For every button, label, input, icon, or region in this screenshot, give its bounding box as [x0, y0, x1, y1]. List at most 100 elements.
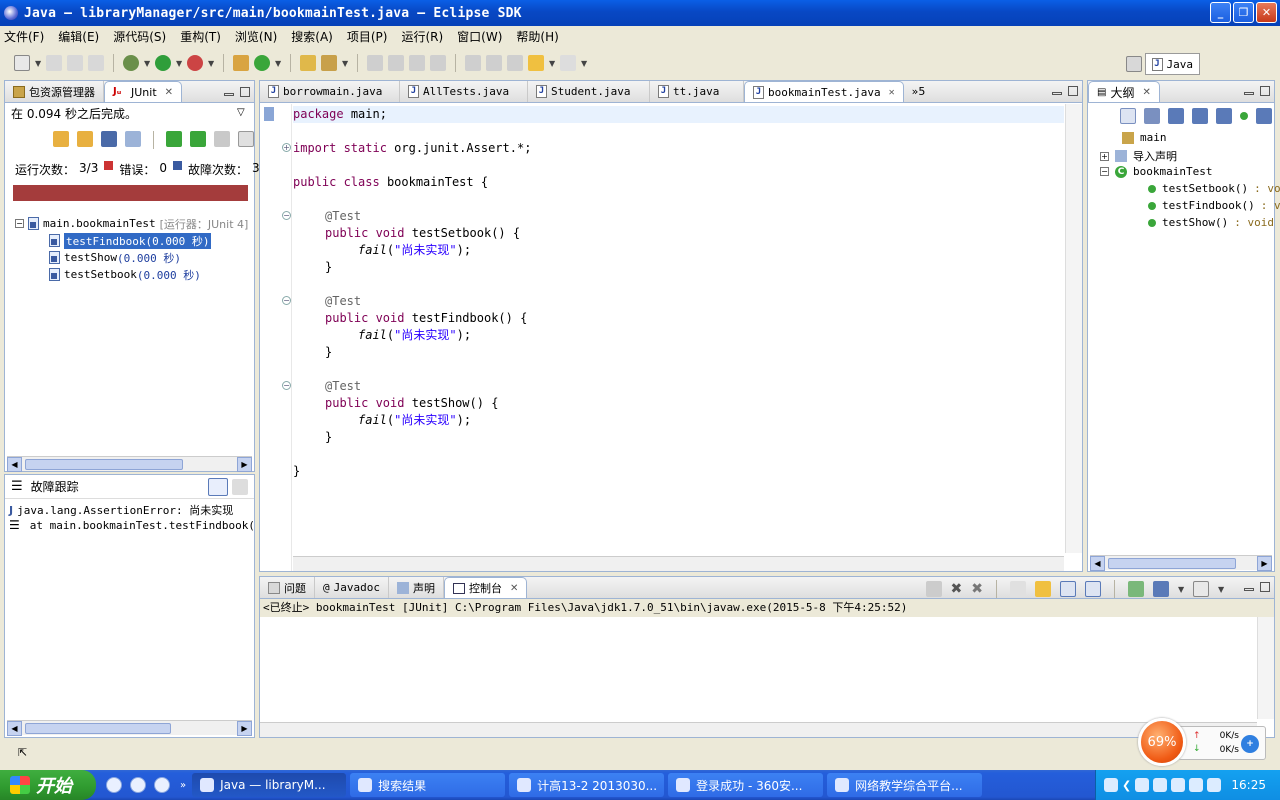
close-button[interactable]: ✕: [1256, 2, 1277, 23]
trace-line[interactable]: ☰ at main.bookmainTest.testFindbook(book…: [9, 518, 254, 532]
forward-arrow-icon[interactable]: [560, 55, 576, 71]
scroll-lock-icon[interactable]: [1035, 581, 1051, 597]
external-tools-icon[interactable]: [187, 55, 203, 71]
editor-vertical-scrollbar[interactable]: [1065, 104, 1082, 553]
editor-horizontal-scrollbar[interactable]: [293, 556, 1064, 571]
menu-run[interactable]: 运行(R): [401, 28, 443, 45]
dropdown-arrow-icon[interactable]: ▼: [1218, 585, 1224, 594]
collapse-icon[interactable]: −: [1100, 167, 1109, 176]
show-on-error-icon[interactable]: [1085, 581, 1101, 597]
tree-item-testfindbook[interactable]: testFindbook(0.000 秒): [5, 232, 253, 249]
rerun-failed-first-icon[interactable]: [190, 131, 206, 147]
minimize-view-icon[interactable]: [1244, 588, 1254, 591]
view-menu-icon[interactable]: ▽: [237, 107, 245, 118]
ie-icon[interactable]: [106, 777, 122, 793]
java-perspective-button[interactable]: J Java: [1144, 53, 1200, 75]
last-edit-icon[interactable]: [507, 55, 523, 71]
open-perspective-icon[interactable]: [1126, 56, 1142, 72]
outline-item-method[interactable]: testFindbook() : void: [1148, 199, 1280, 212]
dropdown-arrow-icon[interactable]: ▼: [1178, 585, 1184, 594]
dropdown-arrow-icon[interactable]: ▼: [176, 59, 182, 68]
clock[interactable]: 16:25: [1231, 778, 1266, 792]
fast-view-icon[interactable]: ⇱: [18, 746, 27, 759]
tab-student[interactable]: J Student.java: [528, 81, 650, 102]
print-icon[interactable]: [88, 55, 104, 71]
task-360-login[interactable]: 登录成功 - 360安...: [668, 773, 824, 797]
compare-result-icon[interactable]: [232, 479, 248, 495]
menu-edit[interactable]: 编辑(E): [58, 28, 99, 45]
prev-annotation-icon[interactable]: [486, 55, 502, 71]
next-annotation-icon[interactable]: [465, 55, 481, 71]
more-tabs-button[interactable]: »5: [904, 81, 934, 102]
scroll-lock-icon[interactable]: [125, 131, 141, 147]
tab-outline[interactable]: ▤ 大纲 ✕: [1088, 81, 1160, 102]
menu-refactor[interactable]: 重构(T): [180, 28, 221, 45]
tab-package-explorer[interactable]: 包资源管理器: [5, 81, 104, 102]
start-button[interactable]: 开始: [0, 770, 96, 800]
tab-tt[interactable]: J tt.java: [650, 81, 744, 102]
menu-help[interactable]: 帮助(H): [516, 28, 558, 45]
close-icon[interactable]: ✕: [165, 87, 173, 98]
scroll-right-icon[interactable]: ▶: [237, 721, 252, 736]
expand-icon[interactable]: +: [1100, 151, 1109, 161]
hide-fields-icon[interactable]: [1168, 108, 1184, 124]
previous-failure-icon[interactable]: [77, 131, 93, 147]
outline-item-package[interactable]: main: [1122, 131, 1167, 144]
tab-bookmaintest[interactable]: J bookmainTest.java ✕: [744, 81, 904, 102]
open-console-icon[interactable]: [1193, 581, 1209, 597]
code-area[interactable]: package main; import static org.junit.As…: [293, 104, 1064, 553]
tree-root[interactable]: − main.bookmainTest [运行器：JUnit 4]: [5, 215, 253, 232]
outline-item-method[interactable]: testShow() : void: [1148, 216, 1274, 229]
rerun-test-icon[interactable]: [166, 131, 182, 147]
minimize-view-icon[interactable]: [224, 93, 234, 96]
collapse-method-icon[interactable]: −: [282, 381, 291, 390]
scrollbar-thumb[interactable]: [25, 459, 183, 470]
show-hidden-icons[interactable]: ❮: [1122, 779, 1131, 792]
tree-item-testshow[interactable]: testShow (0.000 秒): [5, 249, 253, 266]
next-failure-icon[interactable]: [53, 131, 69, 147]
dropdown-arrow-icon[interactable]: ▼: [549, 59, 555, 68]
accelerate-button[interactable]: +: [1241, 735, 1259, 753]
console-vertical-scrollbar[interactable]: [1257, 617, 1274, 719]
dropdown-arrow-icon[interactable]: ▼: [35, 59, 41, 68]
maximize-button[interactable]: ❐: [1233, 2, 1254, 23]
hide-local-types-icon[interactable]: [1240, 112, 1248, 120]
dropdown-arrow-icon[interactable]: ▼: [342, 59, 348, 68]
scroll-left-icon[interactable]: ◀: [7, 457, 22, 472]
link-with-editor-icon[interactable]: [1256, 108, 1272, 124]
menu-search[interactable]: 搜索(A): [291, 28, 333, 45]
collapse-method-icon[interactable]: −: [282, 211, 291, 220]
maximize-view-icon[interactable]: [240, 87, 250, 97]
filter-stack-icon[interactable]: [208, 478, 228, 496]
maximize-view-icon[interactable]: [1068, 86, 1078, 96]
network-speed-widget[interactable]: ↑ ↓ 0K/s 0K/s + 69%: [1138, 718, 1266, 766]
outline-item-method[interactable]: testSetbook() : void: [1148, 182, 1280, 195]
menu-file[interactable]: 文件(F): [4, 28, 44, 45]
trace-line[interactable]: J java.lang.AssertionError: 尚未实现: [9, 502, 233, 518]
clear-console-icon[interactable]: [1010, 581, 1026, 597]
show-failures-only-icon[interactable]: [101, 131, 117, 147]
collapse-method-icon[interactable]: −: [282, 296, 291, 305]
menu-source[interactable]: 源代码(S): [113, 28, 166, 45]
toggle-mark-icon[interactable]: [367, 55, 383, 71]
tab-junit[interactable]: Jᵤ JUnit ✕: [104, 81, 183, 102]
expand-import-icon[interactable]: +: [282, 143, 291, 152]
360-browser-icon[interactable]: [130, 777, 146, 793]
sort-icon[interactable]: [1144, 108, 1160, 124]
new-icon[interactable]: [14, 55, 30, 71]
task-search-results[interactable]: 搜索结果: [350, 773, 506, 797]
task-teaching-platform[interactable]: 网络教学综合平台...: [827, 773, 983, 797]
annotation-icon[interactable]: [388, 55, 404, 71]
more-quicklaunch-icon[interactable]: »: [180, 780, 186, 791]
minimize-view-icon[interactable]: [1244, 92, 1254, 95]
run-icon[interactable]: [155, 55, 171, 71]
tab-console[interactable]: 控制台 ✕: [443, 577, 528, 598]
close-icon[interactable]: ✕: [889, 87, 895, 98]
task-eclipse[interactable]: Java — libraryM...: [192, 773, 347, 797]
hide-nonpublic-icon[interactable]: [1216, 108, 1232, 124]
outline-item-imports[interactable]: + 导入声明: [1100, 148, 1177, 164]
volume-icon[interactable]: [1153, 778, 1168, 792]
outline-horizontal-scrollbar[interactable]: ◀ ▶: [1090, 555, 1272, 571]
scroll-right-icon[interactable]: ▶: [237, 457, 252, 472]
console-horizontal-scrollbar[interactable]: [260, 722, 1257, 737]
